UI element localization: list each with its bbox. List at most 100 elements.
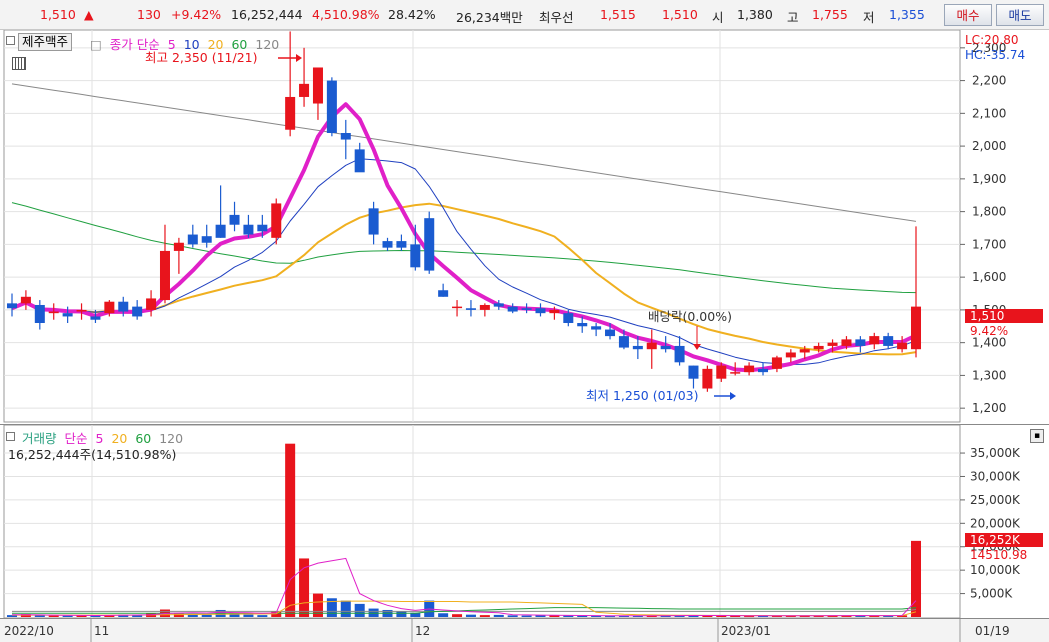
- candle-body: [465, 308, 476, 310]
- volume-panel-toggle-icon[interactable]: [6, 432, 15, 441]
- candle: [146, 290, 157, 317]
- candle-body: [340, 133, 351, 140]
- high-arrow-icon: [296, 54, 302, 62]
- open-label: 시: [712, 10, 724, 25]
- low-price: 1,355: [889, 7, 925, 22]
- candle: [187, 224, 198, 248]
- volume-bar: [438, 613, 449, 617]
- candle: [674, 336, 685, 366]
- candle-body: [229, 214, 240, 225]
- candle: [535, 303, 546, 317]
- candle-body: [173, 242, 184, 251]
- candle-body: [326, 80, 337, 133]
- ma20-line: [11, 202, 917, 356]
- volume-bar: [396, 611, 407, 617]
- ma5-line: [11, 102, 917, 373]
- price-tick-label: 1,900: [972, 172, 1006, 186]
- candle-body: [799, 349, 810, 353]
- legend-ma5: 5: [167, 37, 176, 52]
- candle-body: [827, 342, 838, 346]
- candle-body: [563, 313, 574, 323]
- volume-bar: [521, 615, 532, 617]
- candle: [646, 329, 657, 369]
- volume-bar: [479, 615, 490, 617]
- x-axis-bar: 2022/10 11 12 2023/01 01/19: [0, 618, 1049, 642]
- best-bid: 1,510: [662, 7, 698, 22]
- current-price-tag: 1,510: [970, 309, 1004, 323]
- candle: [396, 234, 407, 251]
- best-ask: 1,515: [600, 7, 636, 22]
- volume-bar: [285, 443, 296, 617]
- candle: [424, 211, 435, 274]
- volume-bar: [354, 603, 365, 617]
- ma120-line: [11, 83, 917, 222]
- volume-bar: [201, 614, 212, 617]
- candle: [299, 47, 310, 107]
- volume-bar: [910, 540, 922, 617]
- price-ma-legend: □ 종가 단순 5 10 20 60 120: [90, 34, 283, 53]
- volume-panel-close-icon[interactable]: ▪: [1030, 429, 1044, 443]
- candle-body: [730, 372, 741, 374]
- volume-bar: [493, 614, 504, 617]
- candle-body: [104, 301, 115, 314]
- candle-body: [535, 308, 546, 314]
- candle-body: [76, 309, 87, 312]
- low-arrow-icon: [730, 392, 736, 400]
- grid-table-icon[interactable]: [12, 57, 26, 70]
- candle: [312, 67, 323, 120]
- candle-body: [758, 368, 769, 373]
- candle-body: [771, 357, 782, 369]
- price-chart[interactable]: 2,3002,2002,1002,0001,9001,8001,7001,600…: [0, 30, 1049, 424]
- high-price: 1,755: [812, 7, 848, 22]
- candle-body: [577, 323, 588, 327]
- candle-body: [632, 345, 643, 350]
- candle-body: [646, 342, 657, 350]
- candle: [382, 237, 393, 251]
- candle: [271, 198, 282, 245]
- candle: [326, 77, 337, 137]
- sell-button[interactable]: 매도: [996, 4, 1044, 26]
- current-volume-tag: 16,252K: [970, 533, 1021, 547]
- volume-ma5-line: [12, 557, 917, 617]
- legend-ma60: 60: [231, 37, 248, 52]
- candle: [6, 293, 18, 317]
- volume-tick-label: 35,000K: [970, 446, 1021, 460]
- buy-button[interactable]: 매수: [944, 4, 992, 26]
- volume-bar: [368, 608, 379, 617]
- candle-body: [146, 298, 157, 310]
- x-axis-label: 12: [415, 624, 430, 638]
- candle: [368, 201, 379, 245]
- candle: [452, 300, 463, 317]
- candle-body: [549, 309, 560, 314]
- legend-ma20: 20: [207, 37, 224, 52]
- panel-toggle-icon[interactable]: [6, 36, 15, 45]
- candle-body: [48, 311, 59, 314]
- candle: [507, 303, 518, 314]
- price-tick-label: 1,700: [972, 237, 1006, 251]
- legend-ma10: 10: [183, 37, 200, 52]
- volume-ma60-line: [12, 607, 917, 614]
- stock-name-button[interactable]: 제주맥주: [18, 33, 73, 51]
- candle: [285, 31, 296, 137]
- price-tick-label: 1,300: [972, 368, 1006, 382]
- candle-body: [744, 365, 755, 373]
- volume-panel[interactable]: 35,000K30,000K25,000K20,000K15,000K10,00…: [0, 424, 1049, 619]
- volume-bar: [48, 615, 59, 617]
- candle: [771, 355, 782, 373]
- lc-indicator: LC:20.80: [965, 33, 1018, 47]
- candle: [479, 303, 490, 317]
- low-label: 저: [863, 10, 875, 25]
- candle-body: [910, 306, 922, 350]
- price-tick-label: 1,800: [972, 205, 1006, 219]
- candle: [688, 365, 699, 389]
- x-axis-label: 11: [94, 624, 109, 638]
- volume-tick-label: 30,000K: [970, 469, 1021, 483]
- candle: [855, 336, 866, 353]
- candle-body: [354, 149, 365, 173]
- candle-body: [90, 316, 101, 320]
- candle-body: [187, 234, 198, 245]
- volume-bar: [62, 615, 73, 617]
- price-panel[interactable]: 2,300 2,200 2,100 2,000 1,900 1,800 1,700 1,600…: [0, 30, 1049, 424]
- candle: [76, 303, 87, 320]
- candle-body: [869, 336, 880, 345]
